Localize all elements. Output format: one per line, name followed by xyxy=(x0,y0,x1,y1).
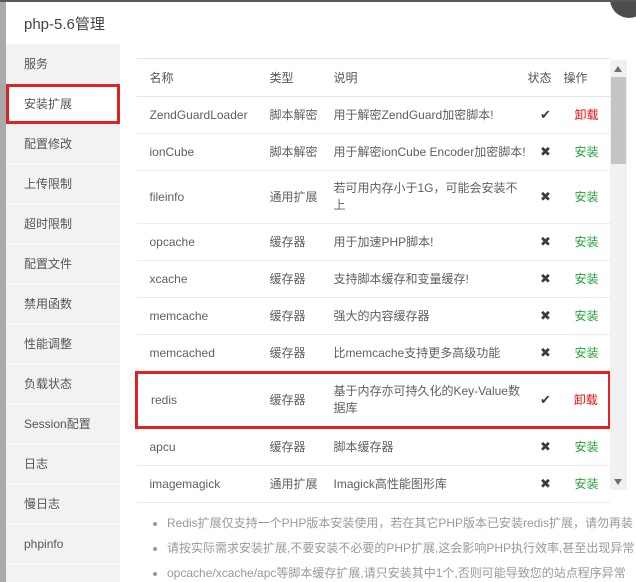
scrollbar-thumb[interactable] xyxy=(611,77,626,164)
not-installed-x-icon: ✖ xyxy=(540,271,551,286)
extension-type: 脚本解密 xyxy=(257,97,321,134)
extension-type: 缓存器 xyxy=(257,373,321,428)
not-installed-x-icon: ✖ xyxy=(540,345,551,360)
note-item: 请按实际需求安装扩展,不要安装不必要的PHP扩展,这会影响PHP执行效率,甚至出… xyxy=(167,536,636,561)
page-title: php-5.6管理 xyxy=(24,13,105,34)
sidebar-item-services[interactable]: 服务 xyxy=(6,44,120,84)
not-installed-x-icon: ✖ xyxy=(540,144,551,159)
extension-desc: Imagick高性能图形库 xyxy=(321,466,528,503)
column-header-action: 操作 xyxy=(564,59,610,97)
sidebar-item-phpinfo[interactable]: phpinfo xyxy=(6,524,120,564)
extension-type: 通用扩展 xyxy=(257,171,321,224)
sidebar-item-disabled-functions[interactable]: 禁用函数 xyxy=(6,284,120,324)
table-row: ZendGuardLoader 脚本解密 用于解密ZendGuard加密脚本! … xyxy=(137,97,610,134)
extension-desc: 支持脚本缓存和变量缓存! xyxy=(321,261,528,298)
notes-list: Redis扩展仅支持一个PHP版本安装使用，若在其它PHP版本已安装redis扩… xyxy=(135,511,636,582)
sidebar-item-log[interactable]: 日志 xyxy=(6,444,120,484)
sidebar-item-session-config[interactable]: Session配置 xyxy=(6,404,120,444)
install-link[interactable]: 安装 xyxy=(574,235,598,249)
not-installed-x-icon: ✖ xyxy=(540,189,551,204)
table-row: memcache 缓存器 强大的内容缓存器 ✖ 安装 xyxy=(137,298,610,335)
uninstall-link[interactable]: 卸载 xyxy=(574,393,598,407)
window-edge xyxy=(0,2,6,582)
not-installed-x-icon: ✖ xyxy=(540,234,551,249)
table-header-row: 名称 类型 说明 状态 操作 xyxy=(137,59,610,97)
extension-desc: 脚本缓存器 xyxy=(321,428,528,466)
table-row: opcache 缓存器 用于加速PHP脚本! ✖ 安装 xyxy=(137,224,610,261)
extension-type: 脚本解密 xyxy=(257,134,321,171)
extension-name: imagemagick xyxy=(137,466,257,503)
extension-desc: 比memcache支持更多高级功能 xyxy=(321,335,528,373)
column-header-type: 类型 xyxy=(257,59,321,97)
not-installed-x-icon: ✖ xyxy=(540,308,551,323)
table-row-redis-highlighted: redis 缓存器 基于内存亦可持久化的Key-Value数据库 ✔ 卸载 xyxy=(137,373,610,428)
sidebar-item-load-status[interactable]: 负载状态 xyxy=(6,364,120,404)
extension-name: ionCube xyxy=(137,134,257,171)
extensions-table: 名称 类型 说明 状态 操作 ZendGuardLoader 脚本解密 用于解密… xyxy=(135,58,611,503)
extension-type: 通用扩展 xyxy=(257,466,321,503)
sidebar-item-upload-limit[interactable]: 上传限制 xyxy=(6,164,120,204)
install-link[interactable]: 安装 xyxy=(574,145,598,159)
extension-desc: 基于内存亦可持久化的Key-Value数据库 xyxy=(321,373,528,428)
main-content: 名称 类型 说明 状态 操作 ZendGuardLoader 脚本解密 用于解密… xyxy=(120,44,636,582)
extension-type: 缓存器 xyxy=(257,335,321,373)
extension-name: memcached xyxy=(137,335,257,373)
extension-type: 缓存器 xyxy=(257,224,321,261)
install-link[interactable]: 安装 xyxy=(574,346,598,360)
sidebar: 服务 安装扩展 配置修改 上传限制 超时限制 配置文件 禁用函数 性能调整 负载… xyxy=(6,44,120,582)
column-header-name: 名称 xyxy=(137,59,257,97)
sidebar-item-install-extensions[interactable]: 安装扩展 xyxy=(6,84,120,124)
table-row: xcache 缓存器 支持脚本缓存和变量缓存! ✖ 安装 xyxy=(137,261,610,298)
sidebar-item-performance[interactable]: 性能调整 xyxy=(6,324,120,364)
extension-desc: 若可用内存小于1G，可能会安装不上 xyxy=(321,171,528,224)
sidebar-item-slow-log[interactable]: 慢日志 xyxy=(6,484,120,524)
install-link[interactable]: 安装 xyxy=(574,440,598,454)
install-link[interactable]: 安装 xyxy=(574,272,598,286)
scroll-up-icon[interactable] xyxy=(610,60,627,77)
sidebar-item-config-file[interactable]: 配置文件 xyxy=(6,244,120,284)
note-item: opcache/xcache/apc等脚本缓存扩展,请只安装其中1个,否则可能导… xyxy=(167,561,636,582)
extension-type: 缓存器 xyxy=(257,261,321,298)
sidebar-item-config-modify[interactable]: 配置修改 xyxy=(6,124,120,164)
uninstall-link[interactable]: 卸载 xyxy=(574,108,598,122)
extension-name: memcache xyxy=(137,298,257,335)
extension-desc: 强大的内容缓存器 xyxy=(321,298,528,335)
table-row: ionCube 脚本解密 用于解密ionCube Encoder加密脚本! ✖ … xyxy=(137,134,610,171)
note-item: Redis扩展仅支持一个PHP版本安装使用，若在其它PHP版本已安装redis扩… xyxy=(167,511,636,536)
extension-name: redis xyxy=(137,373,257,428)
install-link[interactable]: 安装 xyxy=(574,309,598,323)
install-link[interactable]: 安装 xyxy=(574,477,598,491)
install-link[interactable]: 安装 xyxy=(574,190,598,204)
title-bar: php-5.6管理 xyxy=(0,2,636,44)
installed-check-icon: ✔ xyxy=(540,107,551,122)
not-installed-x-icon: ✖ xyxy=(540,476,551,491)
extension-desc: 用于解密ZendGuard加密脚本! xyxy=(321,97,528,134)
table-scrollbar[interactable] xyxy=(610,60,627,490)
table-row: imagemagick 通用扩展 Imagick高性能图形库 ✖ 安装 xyxy=(137,466,610,503)
table-row: fileinfo 通用扩展 若可用内存小于1G，可能会安装不上 ✖ 安装 xyxy=(137,171,610,224)
extension-type: 缓存器 xyxy=(257,298,321,335)
installed-check-icon: ✔ xyxy=(540,392,551,407)
extension-type: 缓存器 xyxy=(257,428,321,466)
sidebar-item-timeout-limit[interactable]: 超时限制 xyxy=(6,204,120,244)
extension-desc: 用于解密ionCube Encoder加密脚本! xyxy=(321,134,528,171)
column-header-status: 状态 xyxy=(528,59,564,97)
extension-name: apcu xyxy=(137,428,257,466)
extension-name: ZendGuardLoader xyxy=(137,97,257,134)
column-header-desc: 说明 xyxy=(321,59,528,97)
table-row: apcu 缓存器 脚本缓存器 ✖ 安装 xyxy=(137,428,610,466)
table-row: memcached 缓存器 比memcache支持更多高级功能 ✖ 安装 xyxy=(137,335,610,373)
extension-desc: 用于加速PHP脚本! xyxy=(321,224,528,261)
not-installed-x-icon: ✖ xyxy=(540,439,551,454)
scroll-down-icon[interactable] xyxy=(610,473,627,490)
extension-name: opcache xyxy=(137,224,257,261)
extension-name: xcache xyxy=(137,261,257,298)
php-manager-window: php-5.6管理 服务 安装扩展 配置修改 上传限制 超时限制 配置文件 禁用… xyxy=(0,0,636,582)
extension-name: fileinfo xyxy=(137,171,257,224)
